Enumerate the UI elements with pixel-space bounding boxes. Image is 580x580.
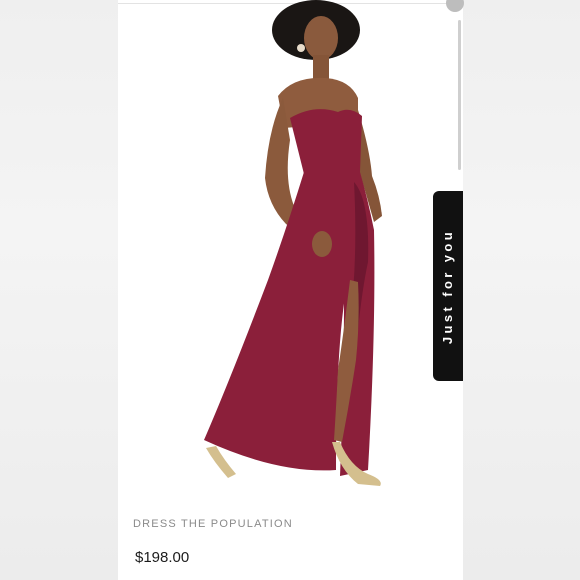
dress-bodice <box>290 109 362 174</box>
price: $198.00 <box>135 549 190 566</box>
product-photo[interactable] <box>118 0 463 500</box>
blurred-right-margin <box>462 0 580 580</box>
face <box>304 16 338 60</box>
product-card[interactable]: DRESS THE POPULATION $198.00 <box>118 0 463 580</box>
screenshot-frame: DRESS THE POPULATION $198.00 Just for yo… <box>0 0 580 580</box>
just-for-you-label: Just for you <box>440 228 456 344</box>
scrollbar-thumb[interactable] <box>458 20 461 170</box>
earring <box>297 44 305 52</box>
hand <box>312 231 332 257</box>
brand-name: DRESS THE POPULATION <box>133 518 293 530</box>
just-for-you-tab[interactable]: Just for you <box>433 191 463 381</box>
blurred-left-margin <box>0 0 118 580</box>
neck <box>313 55 329 81</box>
